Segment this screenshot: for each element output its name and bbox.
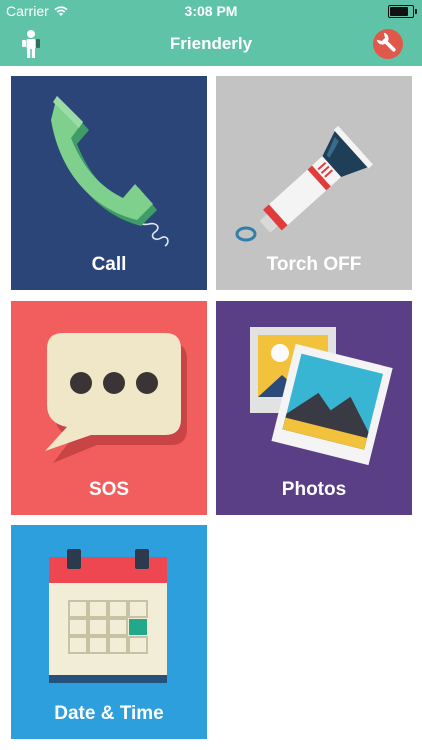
date-time-tile[interactable]: Date & Time [11,525,207,739]
app-title: Frienderly [169,34,253,53]
sos-tile[interactable]: SOS [11,301,207,515]
battery-icon [388,5,417,18]
torch-tile[interactable]: Torch OFF [216,76,412,290]
status-bar: Carrier 3:08 PM [0,0,422,22]
tile-label-photos: Photos [281,479,347,500]
calendar-icon [49,549,167,683]
status-time: 3:08 PM [184,3,238,19]
tile-label-sos: SOS [88,479,130,500]
wrench-settings-icon [373,29,403,59]
settings-button[interactable] [372,28,404,60]
nav-bar: Frienderly [0,22,422,66]
tile-label-torch: Torch OFF [266,254,362,275]
chat-bubble-icon [45,333,187,463]
photos-tile[interactable]: Photos [216,301,412,515]
tile-label-date-time: Date & Time [54,703,164,724]
call-tile[interactable]: Call [11,76,207,290]
tile-label-call: Call [91,254,127,275]
